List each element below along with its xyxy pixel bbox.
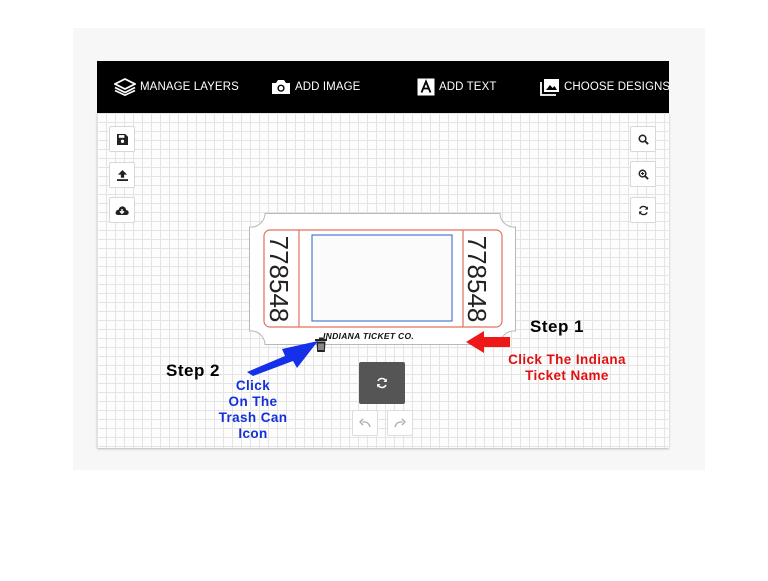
step2-line3: Trash Can [218,410,288,425]
add-image-button[interactable]: ADD IMAGE [271,61,360,113]
add-text-label: ADD TEXT [439,81,497,93]
manage-layers-button[interactable]: MANAGE LAYERS [114,61,239,113]
ticket-number-left[interactable]: 778548 [264,232,294,326]
redo-icon [394,418,406,428]
cloud-download-icon [115,205,129,215]
top-toolbar: MANAGE LAYERS ADD IMAGE ADD TEXT CHOOSE … [97,61,670,113]
save-button[interactable] [109,126,135,152]
refresh-button[interactable] [630,197,656,223]
red-arrow-icon [466,331,510,353]
save-icon [116,133,128,145]
search-icon [638,134,649,145]
refresh-icon [638,205,648,215]
redo-button[interactable] [387,410,413,436]
image-gallery-icon [540,79,559,96]
upload-icon [116,169,128,181]
zoom-in-button[interactable] [630,161,656,187]
step2-instruction: Click On The Trash Can Icon [203,378,303,442]
add-image-label: ADD IMAGE [295,81,361,93]
step1-line1: Click The Indiana [508,352,626,367]
manage-layers-label: MANAGE LAYERS [140,81,239,93]
step1-line2: Ticket Name [525,368,609,383]
step1-title: Step 1 [530,317,585,336]
search-button[interactable] [630,126,656,152]
zoom-in-icon [638,169,649,180]
step2-line2: On The [228,394,278,409]
upload-button[interactable] [109,162,135,188]
add-text-button[interactable]: ADD TEXT [417,61,496,113]
step2-line4: Icon [238,426,268,441]
rotate-icon [377,377,387,389]
ticket-number-right[interactable]: 778548 [462,232,492,326]
step2-line1: Click [235,378,271,393]
rotate-button[interactable] [359,362,405,404]
step1-instruction: Click The Indiana Ticket Name [488,352,646,384]
layers-icon [114,78,136,96]
choose-designs-button[interactable]: CHOOSE DESIGNS [540,61,670,113]
choose-designs-label: CHOOSE DESIGNS [564,81,671,93]
text-a-icon [417,78,435,96]
undo-button[interactable] [352,410,378,436]
blue-arrow-icon [247,341,318,376]
camera-icon [272,80,290,94]
download-cloud-button[interactable] [109,197,135,223]
ticket-company-name[interactable]: INDIANA TICKET CO. [323,331,414,341]
undo-icon [359,418,371,428]
